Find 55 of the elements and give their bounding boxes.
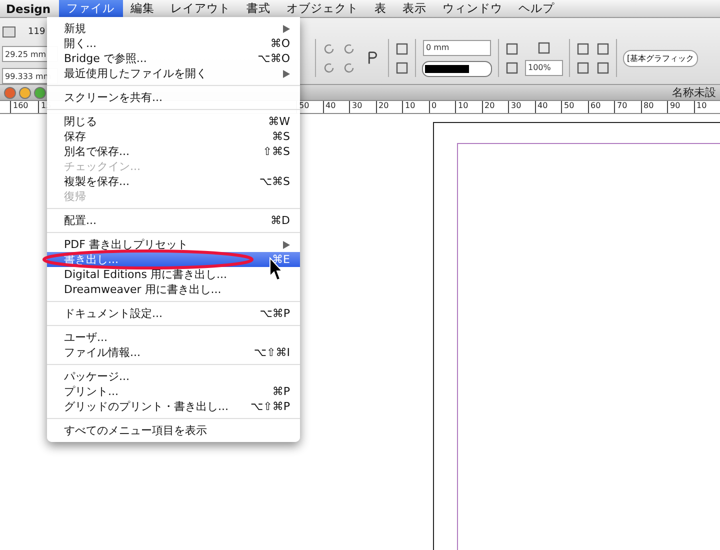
- rotate-icon[interactable]: [342, 60, 356, 74]
- menu-item[interactable]: パッケージ...: [47, 369, 300, 384]
- menu-title[interactable]: 編集: [122, 0, 163, 17]
- menu-title[interactable]: ウィンドウ: [434, 0, 511, 17]
- menu-title[interactable]: レイアウト: [162, 0, 239, 17]
- ruler-label: 10: [402, 101, 428, 113]
- menu-item[interactable]: ユーザ...: [47, 330, 300, 345]
- ruler-label: 0: [428, 101, 455, 113]
- stroke-style-dropdown[interactable]: [422, 60, 492, 76]
- opacity-field[interactable]: 100%: [525, 60, 563, 76]
- menu-item[interactable]: ドキュメント設定... ⌥⌘P: [47, 306, 300, 321]
- menu-item[interactable]: プリント... ⌘P: [47, 384, 300, 399]
- ruler-label: 10: [694, 101, 720, 113]
- zoom-button[interactable]: [34, 86, 46, 98]
- menu-item[interactable]: ファイル情報... ⌥⇧⌘I: [47, 345, 300, 360]
- app-menu[interactable]: Design: [0, 0, 59, 17]
- menu-item[interactable]: PDF 書き出しプリセット: [47, 237, 300, 252]
- menu-title[interactable]: オブジェクト: [278, 0, 367, 17]
- rotate-icon[interactable]: [322, 42, 336, 56]
- menu-item[interactable]: Dreamweaver 用に書き出し...: [47, 282, 300, 297]
- document-title: 名称未設: [672, 85, 716, 100]
- ruler-label: 50: [561, 101, 588, 113]
- menu-item[interactable]: 閉じる ⌘W: [47, 114, 300, 129]
- menu-item[interactable]: 複製を保存... ⌥⌘S: [47, 174, 300, 189]
- menu-item[interactable]: グリッドのプリント・書き出し... ⌥⇧⌘P: [47, 399, 300, 414]
- minimize-button[interactable]: [19, 86, 31, 98]
- rotate-icon[interactable]: [322, 60, 336, 74]
- menu-item[interactable]: 新規: [47, 21, 300, 36]
- stroke-weight-field[interactable]: 0 mm: [423, 40, 491, 56]
- ruler-label: 80: [640, 101, 667, 113]
- ruler-label: 20: [482, 101, 508, 113]
- menu-item[interactable]: 配置... ⌘D: [47, 213, 300, 228]
- ruler-label: 160: [10, 101, 38, 113]
- ruler-label: 40: [322, 101, 349, 113]
- ruler-label: 60: [588, 101, 614, 113]
- ruler-label: 90: [667, 101, 694, 113]
- menu-item[interactable]: 保存 ⌘S: [47, 129, 300, 144]
- menu-title[interactable]: 表: [366, 0, 395, 17]
- menu-item[interactable]: 別名で保存... ⇧⌘S: [47, 144, 300, 159]
- menu-title[interactable]: 書式: [238, 0, 279, 17]
- menu-item[interactable]: すべてのメニュー項目を表示: [47, 423, 300, 438]
- menu-title[interactable]: ヘルプ: [510, 0, 563, 17]
- zoom-value: 119: [28, 27, 46, 37]
- ruler-label: 10: [455, 101, 482, 113]
- ruler-label: 30: [349, 101, 376, 113]
- ruler-label: 30: [508, 101, 534, 113]
- ruler-label: 70: [614, 101, 640, 113]
- menu-title[interactable]: 表示: [394, 0, 435, 17]
- menu-title[interactable]: ファイル: [58, 0, 123, 17]
- menu-item[interactable]: Digital Editions 用に書き出し...: [47, 267, 300, 282]
- close-button[interactable]: [4, 86, 16, 98]
- rotate-icon[interactable]: [342, 42, 356, 56]
- ruler-label: 40: [534, 101, 561, 113]
- ruler-label: 20: [376, 101, 402, 113]
- object-style-dropdown[interactable]: [基本グラフィック: [623, 50, 698, 66]
